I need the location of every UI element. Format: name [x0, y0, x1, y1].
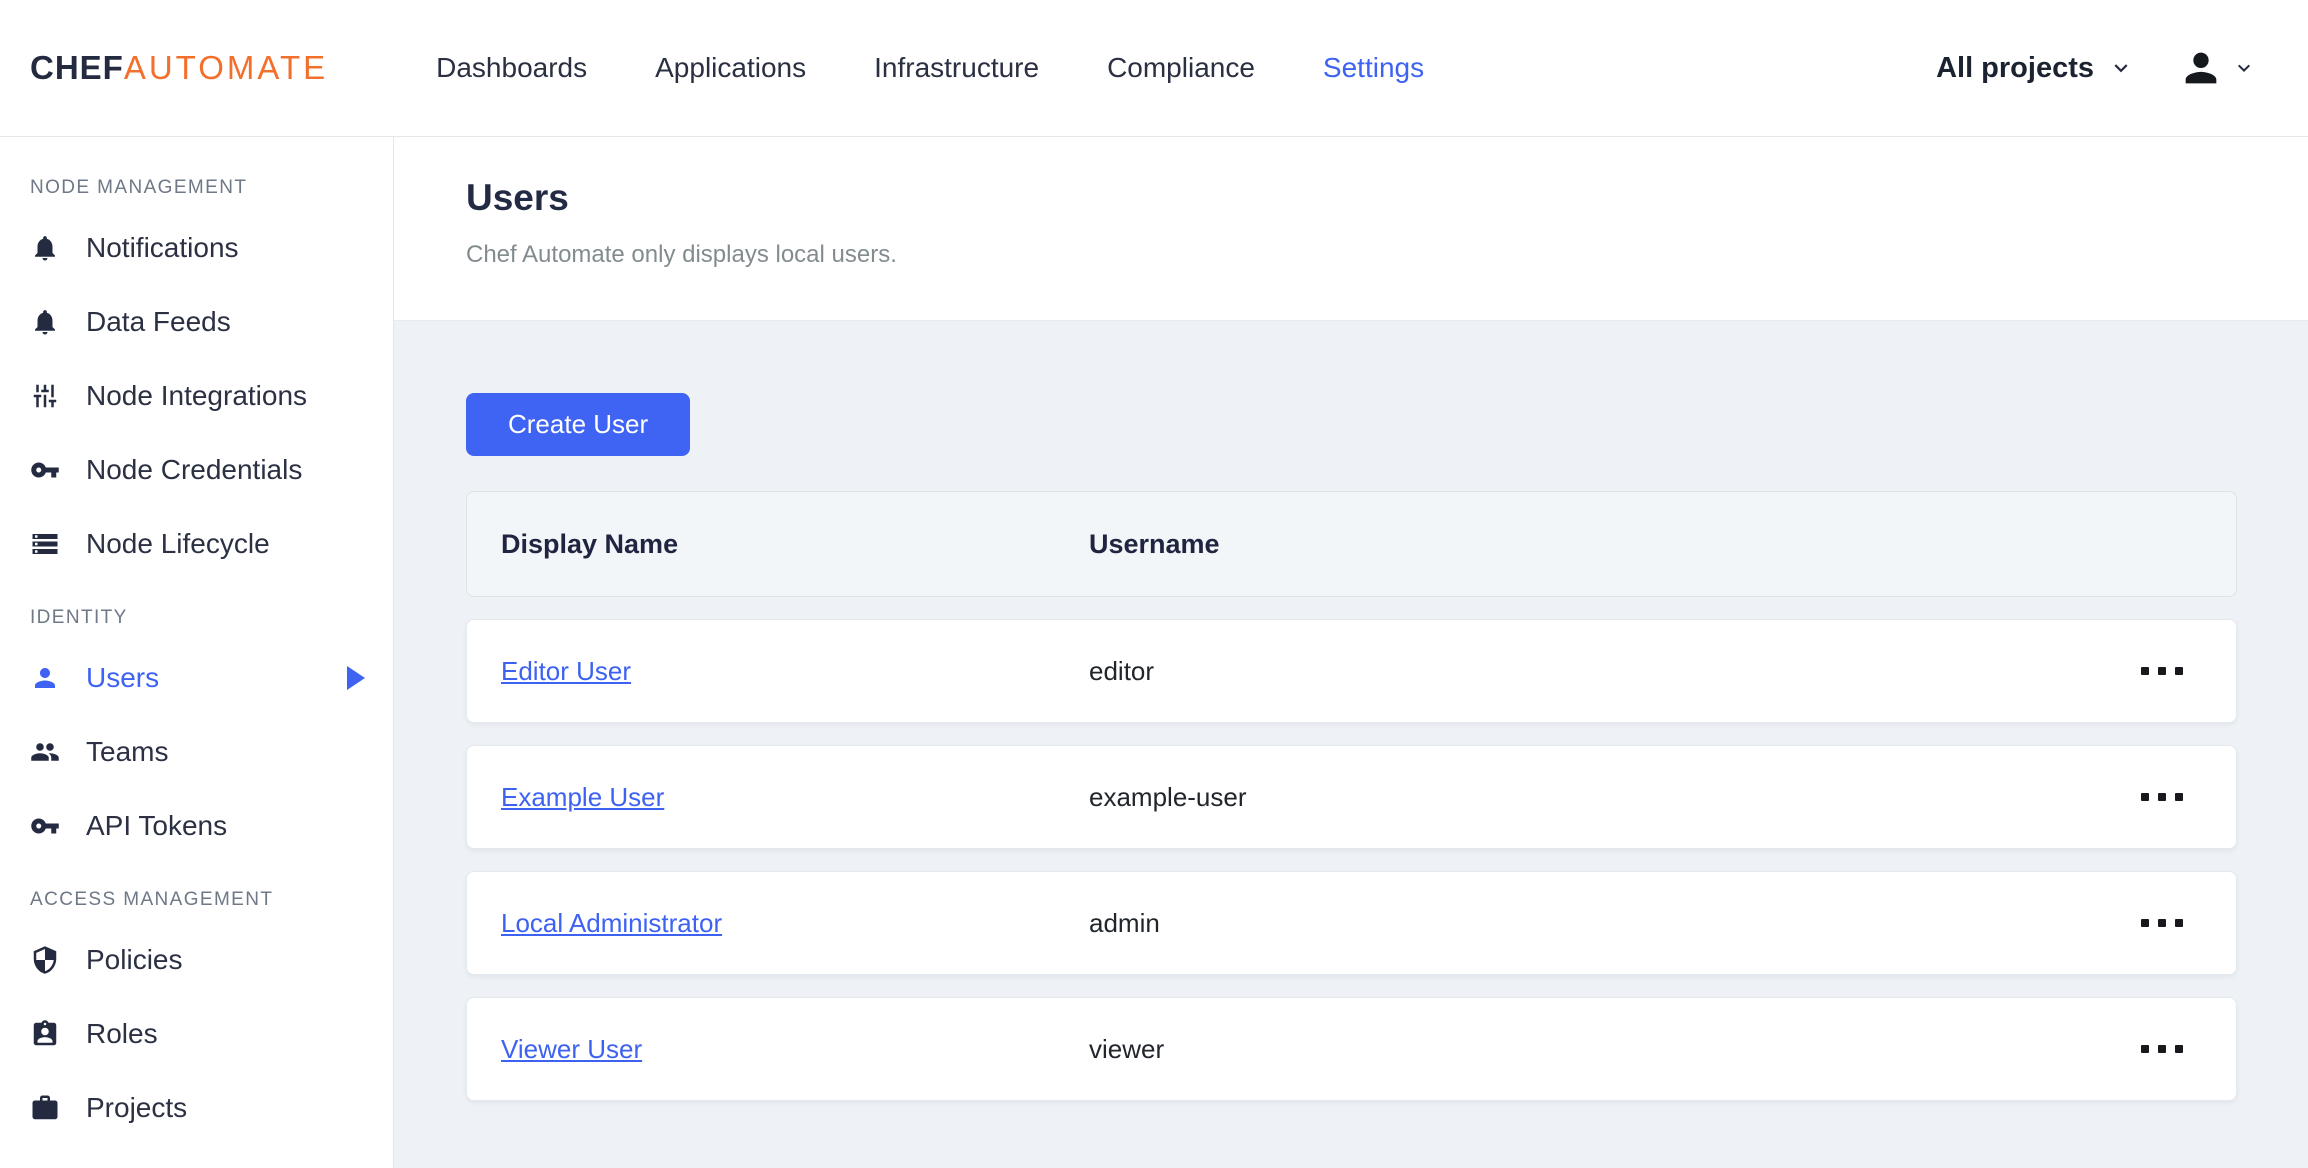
chef-automate-logo[interactable]: CHEFAUTOMATE [30, 49, 328, 87]
sidebar-item-label: API Tokens [86, 810, 228, 841]
nav-infrastructure[interactable]: Infrastructure [874, 52, 1039, 84]
sidebar-item-label: Node Lifecycle [86, 528, 270, 559]
sidebar-item-roles[interactable]: Roles [0, 997, 393, 1071]
table-row: Editor User editor [466, 619, 2237, 723]
logo-automate: AUTOMATE [123, 49, 329, 86]
sidebar-item-node-lifecycle[interactable]: Node Lifecycle [0, 507, 393, 581]
projects-filter-dropdown[interactable]: All projects [1936, 52, 2134, 85]
bell-icon [35, 310, 55, 335]
sidebar-heading-node-management: NODE MANAGEMENT [30, 177, 248, 198]
create-user-button[interactable]: Create User [466, 393, 691, 456]
column-header-username: Username [1089, 528, 1220, 559]
top-bar: CHEFAUTOMATE Dashboards Applications Inf… [0, 0, 2308, 137]
row-more-actions-button[interactable] [2137, 1035, 2187, 1063]
ellipsis-icon [2141, 919, 2149, 927]
key-icon [31, 462, 59, 478]
main-nav: Dashboards Applications Infrastructure C… [436, 52, 1424, 84]
sidebar-item-notifications[interactable]: Notifications [0, 211, 393, 285]
page-subtitle: Chef Automate only displays local users. [466, 241, 897, 268]
user-link-editor-user[interactable]: Editor User [501, 656, 631, 686]
sidebar-item-label: Notifications [86, 232, 239, 263]
nav-dashboards[interactable]: Dashboards [436, 52, 587, 84]
sidebar-item-node-integrations[interactable]: Node Integrations [0, 359, 393, 433]
page-header: Users Chef Automate only displays local … [394, 137, 2308, 321]
sidebar-item-users[interactable]: Users [0, 641, 393, 715]
sidebar-item-policies[interactable]: Policies [0, 923, 393, 997]
username-cell: admin [1089, 907, 1160, 938]
column-header-display-name: Display Name [501, 528, 679, 559]
sidebar-item-label: Projects [86, 1092, 188, 1123]
bell-icon [35, 236, 55, 261]
user-link-local-administrator[interactable]: Local Administrator [501, 908, 722, 938]
nav-compliance[interactable]: Compliance [1107, 52, 1255, 84]
row-more-actions-button[interactable] [2137, 657, 2187, 685]
person-icon [35, 668, 55, 688]
sidebar-item-projects[interactable]: Projects [0, 1071, 393, 1145]
sidebar-item-node-credentials[interactable]: Node Credentials [0, 433, 393, 507]
sliders-icon [33, 384, 57, 408]
table-row: Local Administrator admin [466, 871, 2237, 975]
projects-filter-label: All projects [1936, 51, 2094, 84]
active-item-arrow-icon [347, 666, 365, 690]
sidebar-item-api-tokens[interactable]: API Tokens [0, 789, 393, 863]
username-cell: example-user [1089, 781, 1247, 812]
username-cell: viewer [1089, 1033, 1165, 1064]
page-title: Users [466, 177, 569, 218]
ellipsis-icon [2141, 793, 2149, 801]
username-cell: editor [1089, 655, 1155, 686]
content-area: Create User Display Name Username Editor… [394, 321, 2308, 1168]
server-icon [32, 534, 58, 554]
sidebar-item-label: Data Feeds [86, 306, 231, 337]
sidebar-item-label: Teams [86, 736, 169, 767]
chevron-down-icon [2238, 64, 2250, 72]
ellipsis-icon [2141, 667, 2149, 675]
nav-applications[interactable]: Applications [655, 52, 806, 84]
sidebar-item-teams[interactable]: Teams [0, 715, 393, 789]
user-link-viewer-user[interactable]: Viewer User [501, 1034, 642, 1064]
logo-chef: CHEF [30, 49, 124, 86]
person-icon [2185, 52, 2217, 84]
sidebar-item-label: Roles [86, 1018, 158, 1049]
chevron-down-icon [2114, 64, 2128, 73]
users-table-header: Display Name Username [466, 491, 2237, 597]
key-icon [31, 818, 59, 834]
id-badge-icon [33, 1020, 57, 1046]
sidebar-item-label: Policies [86, 944, 183, 975]
table-row: Viewer User viewer [466, 997, 2237, 1101]
sidebar-heading-access-management: ACCESS MANAGEMENT [30, 889, 274, 910]
sidebar-item-data-feeds[interactable]: Data Feeds [0, 285, 393, 359]
people-icon [31, 743, 59, 761]
row-more-actions-button[interactable] [2137, 909, 2187, 937]
topbar-right: All projects [1936, 45, 2256, 91]
main-panel: Users Chef Automate only displays local … [394, 137, 2308, 1168]
settings-sidebar: NODE MANAGEMENT Notifications Data Feeds… [0, 137, 394, 1168]
sidebar-item-label: Node Credentials [86, 454, 303, 485]
user-link-example-user[interactable]: Example User [501, 782, 664, 812]
shield-icon [33, 946, 57, 974]
table-row: Example User example-user [466, 745, 2237, 849]
sidebar-item-label: Node Integrations [86, 380, 308, 411]
user-menu[interactable] [2178, 45, 2256, 91]
ellipsis-icon [2141, 1045, 2149, 1053]
sidebar-heading-identity: IDENTITY [30, 607, 128, 628]
briefcase-icon [32, 1095, 58, 1120]
nav-settings[interactable]: Settings [1323, 52, 1424, 84]
sidebar-item-label: Users [86, 662, 160, 693]
row-more-actions-button[interactable] [2137, 783, 2187, 811]
